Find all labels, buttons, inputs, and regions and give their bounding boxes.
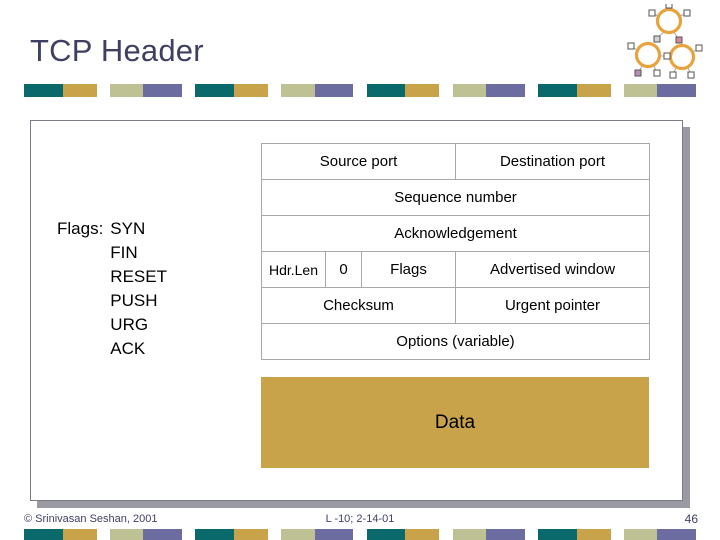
molecule-node xyxy=(627,42,635,50)
colorbar-gap xyxy=(439,84,452,97)
footer-page-number: 46 xyxy=(684,512,698,526)
colorbar-gap xyxy=(268,529,281,540)
molecule-logo-graphic xyxy=(627,1,703,79)
cell-urgent-pointer: Urgent pointer xyxy=(455,287,650,324)
molecule-node xyxy=(683,9,691,17)
colorbar-segment-teal xyxy=(24,529,63,540)
molecule-node-center xyxy=(663,52,671,60)
cell-hdr-len: Hdr.Len xyxy=(261,251,326,288)
table-row: Source port Destination port xyxy=(261,143,650,180)
colorbar-segment-gold xyxy=(233,84,268,97)
colorbar-gap xyxy=(611,529,624,540)
cell-advertised-window: Advertised window xyxy=(455,251,650,288)
data-block: Data xyxy=(261,377,649,468)
colorbar-segment-sage xyxy=(110,84,144,97)
molecule-logo xyxy=(624,1,706,84)
molecule-node xyxy=(695,44,703,52)
molecule-node xyxy=(648,9,656,17)
molecule-node xyxy=(653,69,661,77)
flags-list: SYN FIN RESET PUSH URG ACK xyxy=(110,217,167,361)
colorbar-segment-gold xyxy=(62,84,97,97)
colorbar-segment-sage xyxy=(452,529,487,540)
flag-item-reset: RESET xyxy=(110,267,167,286)
colorbar-segment-sage xyxy=(110,529,144,540)
page-title: TCP Header xyxy=(30,33,204,68)
colorbar-gap xyxy=(182,84,195,97)
colorbar-segment-sage xyxy=(623,84,658,97)
cell-sequence-number: Sequence number xyxy=(261,179,650,216)
colorbar-segment-sage xyxy=(623,529,658,540)
colorbar-gap xyxy=(97,529,110,540)
molecule-node xyxy=(687,71,695,79)
colorbar-segment-gold xyxy=(62,529,97,540)
tcp-header-table: Source port Destination port Sequence nu… xyxy=(261,143,650,360)
decorative-colorbar-top xyxy=(24,84,696,97)
table-row: Options (variable) xyxy=(261,323,650,360)
colorbar-gap xyxy=(611,84,624,97)
molecule-node xyxy=(634,69,642,77)
cell-checksum: Checksum xyxy=(261,287,456,324)
colorbar-segment-teal xyxy=(366,84,406,97)
colorbar-segment-gold xyxy=(576,529,611,540)
colorbar-segment-purple xyxy=(143,529,182,540)
colorbar-segment-gold xyxy=(233,529,268,540)
cell-options: Options (variable) xyxy=(261,323,650,360)
table-row: Checksum Urgent pointer xyxy=(261,287,650,324)
colorbar-gap xyxy=(182,529,195,540)
flag-item-fin: FIN xyxy=(110,243,138,262)
colorbar-segment-purple xyxy=(657,529,696,540)
molecule-ring-top xyxy=(655,7,683,35)
flag-item-syn: SYN xyxy=(110,219,146,238)
cell-source-port: Source port xyxy=(261,143,456,180)
molecule-node xyxy=(665,1,673,9)
colorbar-segment-teal xyxy=(537,84,577,97)
cell-destination-port: Destination port xyxy=(455,143,650,180)
colorbar-segment-teal xyxy=(537,529,577,540)
table-row: Sequence number xyxy=(261,179,650,216)
colorbar-segment-purple xyxy=(314,529,354,540)
molecule-ring-right xyxy=(668,43,696,71)
cell-reserved-zero: 0 xyxy=(325,251,362,288)
footer-lecture-id: L -10; 2-14-01 xyxy=(325,513,395,525)
colorbar-segment-purple xyxy=(486,84,525,97)
colorbar-gap xyxy=(268,84,281,97)
colorbar-gap xyxy=(353,84,366,97)
colorbar-segment-sage xyxy=(452,84,487,97)
colorbar-segment-purple xyxy=(486,529,525,540)
table-row: Acknowledgement xyxy=(261,215,650,252)
colorbar-gap xyxy=(525,84,538,97)
colorbar-gap xyxy=(97,84,110,97)
colorbar-segment-gold xyxy=(576,84,611,97)
colorbar-segment-gold xyxy=(405,84,440,97)
colorbar-segment-purple xyxy=(314,84,354,97)
colorbar-segment-sage xyxy=(281,529,315,540)
colorbar-segment-sage xyxy=(281,84,315,97)
colorbar-gap xyxy=(353,529,366,540)
molecule-node xyxy=(653,35,661,43)
molecule-ring-left xyxy=(634,41,662,69)
flags-block: Flags: SYN FIN RESET PUSH URG ACK xyxy=(57,217,167,361)
colorbar-segment-gold xyxy=(405,529,440,540)
flag-item-push: PUSH xyxy=(110,291,158,310)
colorbar-segment-purple xyxy=(143,84,182,97)
colorbar-segment-teal xyxy=(366,529,406,540)
flag-item-urg: URG xyxy=(110,315,149,334)
cell-flags: Flags xyxy=(361,251,456,288)
flag-item-ack: ACK xyxy=(110,339,146,358)
colorbar-segment-teal xyxy=(24,84,63,97)
decorative-colorbar-bottom xyxy=(24,529,696,540)
colorbar-gap xyxy=(525,529,538,540)
table-row: Hdr.Len 0 Flags Advertised window xyxy=(261,251,650,288)
molecule-node xyxy=(669,71,677,79)
colorbar-segment-teal xyxy=(195,84,234,97)
flags-label: Flags: xyxy=(57,219,104,238)
colorbar-gap xyxy=(439,529,452,540)
colorbar-segment-purple xyxy=(657,84,696,97)
cell-acknowledgement: Acknowledgement xyxy=(261,215,650,252)
molecule-node xyxy=(675,36,683,44)
colorbar-segment-teal xyxy=(195,529,234,540)
